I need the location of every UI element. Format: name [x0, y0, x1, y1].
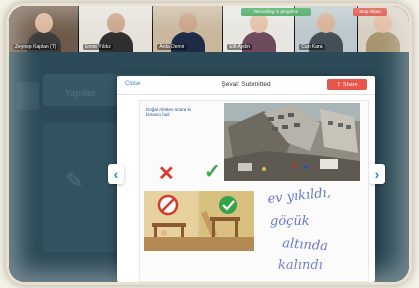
- video-tile-3[interactable]: Arda Demir: [153, 6, 224, 52]
- video-tile-2[interactable]: Emre Yıldız: [79, 6, 154, 52]
- background-heading: Yapılan: [65, 88, 95, 98]
- previous-submission-button[interactable]: ‹: [108, 164, 124, 184]
- next-submission-button[interactable]: ›: [369, 164, 385, 184]
- safety-illustration: [144, 191, 254, 251]
- handwriting-line: göçük: [270, 214, 310, 229]
- participant-head: [178, 13, 197, 33]
- share-icon: ⇪: [336, 81, 341, 88]
- participant-head: [249, 13, 268, 33]
- participant-name: Arda Demir: [157, 44, 187, 50]
- submission-modal: Close Şeval: Submitted ⇪ Share ‹ › Doğal…: [108, 76, 385, 282]
- handwritten-answer: ev yıkıldı, göçük altında kalındı: [264, 185, 364, 279]
- participant-head: [106, 13, 125, 33]
- modal-header: Close Şeval: Submitted ⇪ Share: [117, 76, 375, 95]
- pencil-icon: ✎: [65, 168, 84, 193]
- wrong-mark-icon: ✕: [158, 163, 175, 185]
- participant-name: Zeynep Kaplan (T): [13, 44, 59, 50]
- screenshot-frame: Zeynep Kaplan (T) Emre Yıldız Arda Demir…: [9, 6, 409, 282]
- share-button[interactable]: ⇪ Share: [327, 79, 367, 90]
- correct-mark-icon: ✓: [204, 161, 221, 183]
- video-tile-1[interactable]: Zeynep Kaplan (T): [9, 6, 80, 52]
- stop-share-button[interactable]: Stop share: [353, 8, 387, 16]
- handwriting-canvas: ev yıkıldı, göçük altında kalındı: [267, 185, 332, 273]
- recording-indicator: Recording in progress: [241, 8, 311, 16]
- participant-name: Emre Yıldız: [83, 44, 113, 50]
- participant-body: [366, 32, 401, 52]
- submission-content: Doğal Afetten sonra ki binanın hali ✕ ✓ …: [139, 100, 369, 282]
- handwriting-line: altında: [282, 236, 329, 254]
- question-text: Doğal Afetten sonra ki binanın hali: [146, 107, 191, 118]
- participant-head: [34, 13, 53, 33]
- participant-name: Elif Aydın: [227, 44, 253, 50]
- collapsed-building-image: [224, 103, 360, 181]
- disaster-photo: [224, 103, 360, 181]
- participant-head: [317, 13, 336, 33]
- earthquake-safety-image: [144, 191, 254, 251]
- share-label: Share: [342, 81, 358, 88]
- handwriting-line: ev yıkıldı,: [267, 187, 332, 207]
- background-sidebar: [17, 82, 39, 110]
- video-strip: Zeynep Kaplan (T) Emre Yıldız Arda Demir…: [9, 6, 409, 52]
- participant-name: Can Kara: [299, 44, 325, 50]
- handwriting-line: kalındı: [278, 258, 323, 273]
